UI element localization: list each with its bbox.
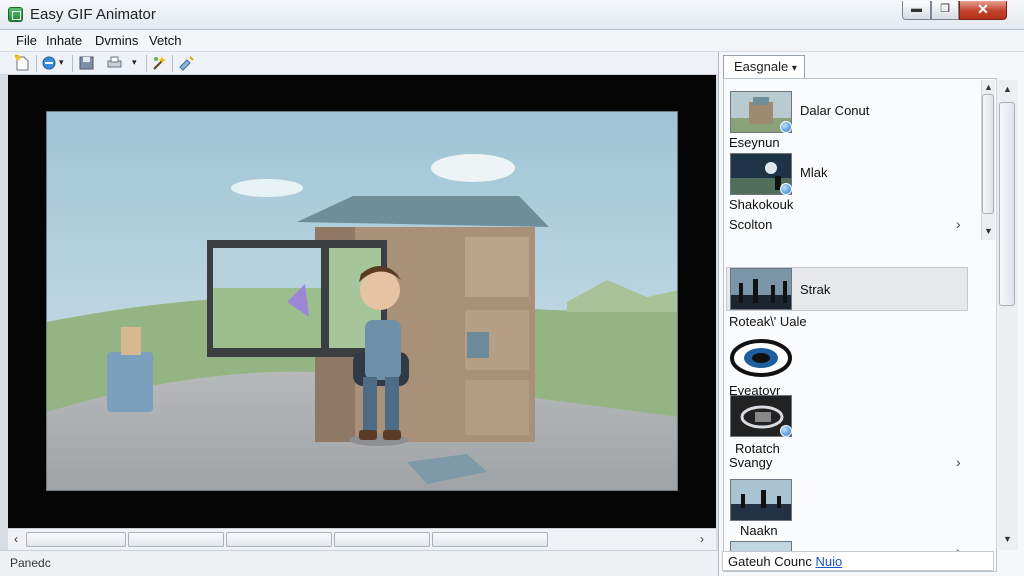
effect-thumbnail [730, 268, 792, 310]
scroll-thumb[interactable] [226, 532, 332, 547]
item-title: Svangy [729, 455, 773, 470]
item-title: Scolton [729, 217, 773, 232]
footer-text: Gateuh Counc Nuio [728, 554, 842, 569]
minimize-button[interactable]: ▬ [902, 1, 931, 20]
item-title: Mlak [800, 165, 828, 180]
toolbar-separator [172, 55, 173, 72]
effects-icon[interactable] [178, 55, 195, 71]
scroll-up-icon[interactable]: ▲ [1003, 84, 1012, 94]
scroll-segment[interactable] [334, 532, 430, 547]
scroll-right-icon[interactable]: › [700, 532, 704, 546]
status-bar: Panedc [0, 550, 720, 576]
footer-label: Gateuh Counc [728, 554, 812, 569]
toolbar: ▾ ▾ [0, 52, 718, 75]
scroll-left-icon[interactable]: ‹ [14, 532, 18, 546]
item-title: Dalar Conut [800, 103, 870, 118]
effect-thumbnail [730, 337, 792, 379]
panel-tab[interactable]: Easgnale ▾ [723, 55, 805, 78]
info-badge-icon [780, 183, 792, 195]
toolbar-separator [36, 55, 37, 72]
item-caption: Eseynun [729, 135, 780, 150]
menu-bar: File Inhate Dvmins Vetch [0, 30, 1024, 52]
app-icon [8, 7, 23, 22]
window-title: Easy GIF Animator [30, 6, 156, 23]
scroll-down-icon[interactable]: ▼ [1003, 534, 1012, 544]
open-icon[interactable] [41, 55, 58, 71]
close-button[interactable]: ✕ [959, 1, 1007, 20]
menu-file[interactable]: File [16, 33, 37, 48]
info-badge-icon [780, 425, 792, 437]
open-dropdown-icon[interactable]: ▾ [59, 57, 64, 68]
item-caption: Shakokouk [729, 197, 794, 212]
effects-panel: Easgnale ▾ Dalar Conut Eseynun Mlak Shak… [718, 52, 1024, 576]
item-title: Strak [800, 282, 831, 297]
scroll-thumb[interactable] [999, 102, 1015, 306]
menu-dvmins[interactable]: Dvmins [95, 33, 138, 48]
effect-thumbnail [730, 479, 792, 521]
chevron-down-icon: ▾ [791, 63, 797, 74]
scroll-up-icon[interactable]: ▲ [984, 82, 993, 92]
menu-inhate[interactable]: Inhate [46, 33, 82, 48]
toolbar-separator [146, 55, 147, 72]
save-icon[interactable] [78, 55, 95, 71]
item-caption: Naakn [740, 523, 778, 538]
chevron-right-icon[interactable]: › [956, 454, 961, 470]
scroll-segment[interactable] [432, 532, 548, 547]
list-scrollbar[interactable]: ▲ ▼ [981, 80, 995, 240]
item-caption: Rotatch [735, 441, 780, 456]
print-dropdown-icon[interactable]: ▾ [132, 57, 137, 68]
scroll-down-icon[interactable]: ▼ [984, 226, 993, 236]
print-icon[interactable] [106, 55, 123, 71]
item-caption: Roteak\' Uale [729, 314, 807, 329]
panel-scrollbar[interactable]: ▲ ▼ [996, 80, 1018, 550]
animation-canvas[interactable] [8, 75, 716, 528]
new-file-icon[interactable] [14, 54, 31, 71]
info-badge-icon [780, 121, 792, 133]
maximize-button[interactable]: ❐ [931, 1, 959, 20]
panel-tab-label: Easgnale [734, 59, 789, 74]
scroll-segment[interactable] [128, 532, 224, 547]
frame-preview-image [46, 111, 678, 491]
wizard-icon[interactable] [151, 55, 168, 71]
toolbar-separator [72, 55, 73, 72]
chevron-right-icon[interactable]: › [956, 216, 961, 232]
horizontal-scrollbar[interactable]: ‹ › [8, 528, 716, 550]
status-text: Panedc [10, 556, 51, 570]
footer-link[interactable]: Nuio [815, 554, 842, 569]
title-bar: Easy GIF Animator ▬ ❐ ✕ [0, 0, 1024, 30]
scroll-segment[interactable] [26, 532, 126, 547]
effects-list: Dalar Conut Eseynun Mlak Shakokouk Scolt… [723, 78, 997, 572]
scroll-thumb[interactable] [982, 94, 994, 214]
menu-vetch[interactable]: Vetch [149, 33, 182, 48]
panel-footer: Gateuh Counc Nuio [722, 551, 994, 571]
